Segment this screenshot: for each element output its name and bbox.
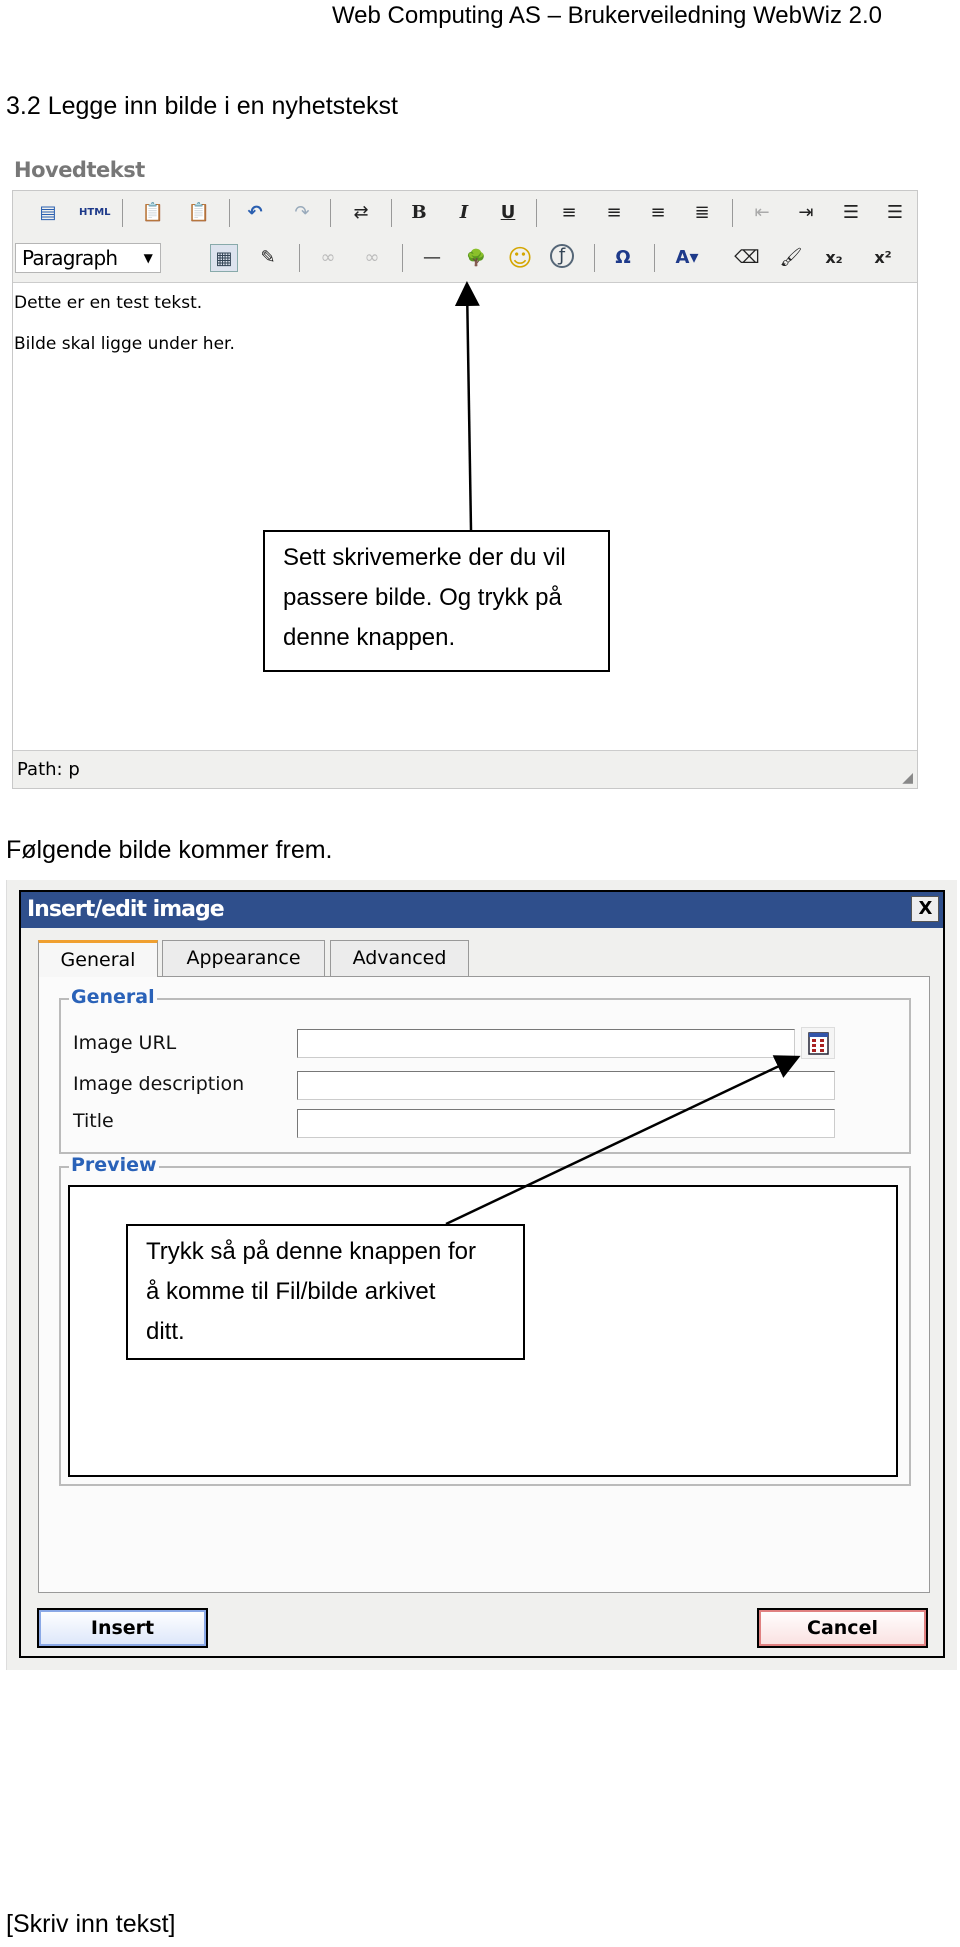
unlink-icon[interactable]: ∞ bbox=[358, 244, 386, 272]
dialog-titlebar: Insert/edit image X bbox=[21, 892, 943, 928]
content-line[interactable]: Dette er en test tekst. bbox=[14, 293, 202, 313]
outdent-icon[interactable]: ⇤ bbox=[748, 199, 776, 227]
align-center-icon[interactable]: ≡ bbox=[600, 199, 628, 227]
bold-icon[interactable]: B bbox=[405, 199, 433, 227]
dialog-title: Insert/edit image bbox=[27, 897, 225, 922]
title-label: Title bbox=[73, 1110, 114, 1132]
flash-icon[interactable]: ƒ bbox=[550, 244, 574, 268]
toolbar-separator bbox=[536, 199, 537, 227]
path-bar: Path: p ◢ bbox=[13, 750, 917, 788]
image-url-input[interactable] bbox=[297, 1029, 795, 1058]
insert-button[interactable]: Insert bbox=[37, 1608, 208, 1648]
callout-line: å komme til Fil/bilde arkivet bbox=[146, 1278, 436, 1305]
horizontal-rule-icon[interactable]: — bbox=[418, 244, 446, 272]
callout-line: Sett skrivemerke der du vil bbox=[283, 544, 566, 571]
toolbar-separator bbox=[654, 244, 655, 272]
close-button[interactable]: X bbox=[911, 896, 939, 922]
toolbar-separator bbox=[229, 199, 230, 227]
general-legend: General bbox=[69, 986, 157, 1008]
cancel-button[interactable]: Cancel bbox=[757, 1608, 928, 1648]
undo-icon[interactable]: ↶ bbox=[241, 199, 269, 227]
remove-format-icon[interactable]: ⌫ bbox=[733, 244, 761, 272]
file-browser-icon bbox=[808, 1032, 829, 1055]
browse-button[interactable] bbox=[801, 1027, 835, 1059]
toolbar-separator bbox=[330, 199, 331, 227]
chevron-down-icon: ▼ bbox=[143, 251, 153, 265]
link-icon[interactable]: ∞ bbox=[314, 244, 342, 272]
tab-appearance[interactable]: Appearance bbox=[162, 940, 325, 976]
paste-text-icon[interactable]: 📋 bbox=[139, 199, 167, 227]
content-line[interactable]: Bilde skal ligge under her. bbox=[14, 334, 235, 354]
redo-icon[interactable]: ↷ bbox=[288, 199, 316, 227]
underline-icon[interactable]: U bbox=[494, 199, 522, 227]
numbered-list-icon[interactable]: ☰ bbox=[881, 199, 909, 227]
align-justify-icon[interactable]: ≣ bbox=[688, 199, 716, 227]
find-replace-icon[interactable]: ⇄ bbox=[347, 199, 375, 227]
superscript-icon[interactable]: x² bbox=[869, 244, 897, 272]
callout-line: ditt. bbox=[146, 1318, 185, 1345]
align-left-icon[interactable]: ≡ bbox=[555, 199, 583, 227]
align-right-icon[interactable]: ≡ bbox=[644, 199, 672, 227]
tab-advanced[interactable]: Advanced bbox=[330, 940, 469, 976]
title-input[interactable] bbox=[297, 1109, 835, 1138]
followup-text: Følgende bilde kommer frem. bbox=[6, 836, 333, 864]
special-char-icon[interactable]: Ω bbox=[609, 244, 637, 272]
toolbar-separator bbox=[594, 244, 595, 272]
page-header: Web Computing AS – Brukerveiledning WebW… bbox=[331, 2, 882, 29]
toolbar-separator bbox=[299, 244, 300, 272]
toolbar-separator bbox=[122, 199, 123, 227]
text-color-icon[interactable]: A▾ bbox=[669, 244, 705, 272]
table-icon[interactable]: ▦ bbox=[210, 244, 238, 272]
editor-label: Hovedtekst bbox=[14, 158, 145, 182]
edit-table-icon[interactable]: ✎ bbox=[254, 244, 282, 272]
cleanup-icon[interactable]: 🖌 bbox=[777, 244, 805, 272]
callout-browse: Trykk så på denne knappen for å komme ti… bbox=[126, 1224, 525, 1360]
toolbar-separator bbox=[732, 199, 733, 227]
format-select-value: Paragraph bbox=[22, 246, 118, 270]
toolbar-separator bbox=[391, 199, 392, 227]
path-text: Path: p bbox=[17, 759, 80, 780]
bullet-list-icon[interactable]: ☰ bbox=[837, 199, 865, 227]
callout-insert-image: Sett skrivemerke der du vil passere bild… bbox=[263, 530, 610, 672]
editor-toolbar: Paragraph ▼ ▤ HTML 📋 📋 ↶ ↷ ⇄ B I U ≡ ≡ ≡ ≣ ⇤ ⇥ ☰ ☰ ▦ ✎ ∞ ∞ — 🌳 ☺ ƒ… bbox=[13, 191, 917, 283]
footer-placeholder: [Skriv inn tekst] bbox=[6, 1910, 176, 1938]
paste-word-icon[interactable]: 📋 bbox=[185, 199, 213, 227]
callout-line: passere bilde. Og trykk på bbox=[283, 584, 562, 611]
image-description-label: Image description bbox=[73, 1073, 245, 1095]
wysiwyg-icon[interactable]: ▤ bbox=[34, 199, 62, 227]
resize-handle-icon[interactable]: ◢ bbox=[902, 770, 913, 786]
italic-icon[interactable]: I bbox=[450, 199, 478, 227]
callout-line: denne knappen. bbox=[283, 624, 456, 651]
emoticon-icon[interactable]: ☺ bbox=[506, 244, 534, 272]
html-source-icon[interactable]: HTML bbox=[79, 199, 111, 227]
image-url-label: Image URL bbox=[73, 1032, 177, 1054]
rich-text-editor: Paragraph ▼ ▤ HTML 📋 📋 ↶ ↷ ⇄ B I U ≡ ≡ ≡ ≣ ⇤ ⇥ ☰ ☰ ▦ ✎ ∞ ∞ — 🌳 ☺ ƒ… bbox=[12, 190, 918, 789]
callout-line: Trykk så på denne knappen for bbox=[146, 1238, 476, 1265]
image-description-input[interactable] bbox=[297, 1071, 835, 1100]
indent-icon[interactable]: ⇥ bbox=[792, 199, 820, 227]
preview-legend: Preview bbox=[69, 1154, 159, 1176]
format-select[interactable]: Paragraph ▼ bbox=[15, 243, 161, 273]
subscript-icon[interactable]: x₂ bbox=[820, 244, 848, 272]
general-fieldset: General Image URL Image description Titl… bbox=[59, 986, 911, 1154]
tab-general[interactable]: General bbox=[38, 940, 158, 977]
section-title: 3.2 Legge inn bilde i en nyhetstekst bbox=[6, 92, 398, 120]
toolbar-separator bbox=[402, 244, 403, 272]
insert-image-icon[interactable]: 🌳 bbox=[462, 244, 490, 272]
